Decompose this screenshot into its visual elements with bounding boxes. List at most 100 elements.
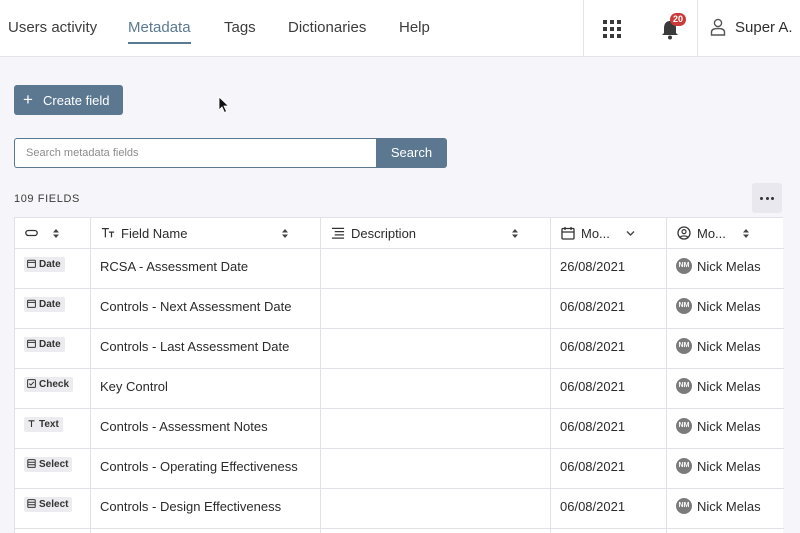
name-cell: Controls - Next Assessment Date: [91, 289, 321, 328]
table-row[interactable]: Text Controls - Assessment Notes 06/08/2…: [15, 409, 784, 449]
name-cell: Controls - Design Effectiveness: [91, 489, 321, 528]
modified-date: 06/08/2021: [560, 299, 626, 314]
column-label: Description: [351, 226, 417, 241]
field-name[interactable]: Controls - Design Effectiveness: [100, 499, 281, 514]
nav-tags[interactable]: Tags: [224, 18, 256, 44]
nav-dictionaries[interactable]: Dictionaries: [288, 18, 366, 44]
column-header-field-name[interactable]: Field Name: [91, 218, 321, 248]
calendar-icon: [27, 299, 36, 308]
table-header: Field Name Description Mo... Mo...: [15, 218, 784, 249]
notifications-button[interactable]: 20: [660, 13, 688, 42]
modified-date: 06/08/2021: [560, 499, 626, 514]
create-field-label: Create field: [43, 93, 110, 108]
description-cell: [321, 329, 551, 368]
table-row[interactable]: Check Key Control 06/08/2021 NM Nick Mela…: [15, 369, 784, 409]
table-row[interactable]: Date RCSA - Assessment Date 26/08/2021 N…: [15, 249, 784, 289]
table-row[interactable]: [15, 529, 784, 533]
type-label: Date: [39, 299, 61, 310]
modified-by-name: Nick Melas: [697, 259, 761, 274]
type-label: Date: [39, 339, 61, 350]
type-tag: Date: [24, 297, 65, 312]
type-tag: Select: [24, 457, 73, 472]
link-icon: [25, 229, 38, 237]
user-name: Super A.: [735, 19, 793, 36]
type-tag: Select: [24, 497, 73, 512]
nav-help[interactable]: Help: [399, 18, 430, 44]
field-name[interactable]: Key Control: [100, 379, 168, 394]
table-row[interactable]: Select Controls - Operating Effectivenes…: [15, 449, 784, 489]
search-input[interactable]: [14, 138, 377, 168]
type-cell: Check: [15, 369, 91, 408]
modified-cell: 06/08/2021: [551, 289, 667, 328]
modified-by-name: Nick Melas: [697, 499, 761, 514]
field-name[interactable]: RCSA - Assessment Date: [100, 259, 248, 274]
modified-cell: [551, 529, 667, 533]
table-row[interactable]: Select Controls - Design Effectiveness 0…: [15, 489, 784, 529]
modified-by-cell: NM Nick Melas: [667, 249, 784, 288]
modified-by-name: Nick Melas: [697, 379, 761, 394]
chevron-down-icon[interactable]: [626, 230, 635, 237]
modified-date: 06/08/2021: [560, 459, 626, 474]
text-format-icon: [101, 228, 115, 238]
name-cell: Controls - Operating Effectiveness: [91, 449, 321, 488]
type-cell: Date: [15, 289, 91, 328]
field-name[interactable]: Controls - Next Assessment Date: [100, 299, 291, 314]
column-header-type[interactable]: [15, 218, 91, 248]
field-name[interactable]: Controls - Assessment Notes: [100, 419, 268, 434]
sort-icon[interactable]: [742, 228, 750, 239]
type-cell: Text: [15, 409, 91, 448]
type-label: Check: [39, 379, 70, 390]
type-tag: Text: [24, 417, 63, 432]
type-tag: Date: [24, 337, 65, 352]
column-header-modified[interactable]: Mo...: [551, 218, 667, 248]
type-cell: Select: [15, 449, 91, 488]
align-left-icon: [331, 227, 345, 239]
description-cell: [321, 529, 551, 533]
search-button[interactable]: Search: [376, 138, 447, 168]
modified-cell: 06/08/2021: [551, 449, 667, 488]
nav-users-activity[interactable]: Users activity: [8, 18, 97, 44]
modified-by-name: Nick Melas: [697, 419, 761, 434]
column-label: Mo...: [581, 226, 610, 241]
column-header-description[interactable]: Description: [321, 218, 551, 248]
modified-date: 06/08/2021: [560, 379, 626, 394]
modified-by-cell: NM Nick Melas: [667, 369, 784, 408]
avatar: NM: [676, 418, 692, 434]
table-row[interactable]: Date Controls - Last Assessment Date 06/…: [15, 329, 784, 369]
nav-metadata[interactable]: Metadata: [128, 18, 191, 44]
user-icon: [710, 18, 726, 36]
list-icon: [27, 459, 36, 468]
modified-date: 06/08/2021: [560, 339, 626, 354]
calendar-icon: [561, 227, 575, 240]
field-name[interactable]: Controls - Operating Effectiveness: [100, 459, 298, 474]
name-cell: Controls - Assessment Notes: [91, 409, 321, 448]
sort-icon[interactable]: [511, 228, 519, 239]
more-options-button[interactable]: [752, 183, 782, 213]
avatar: NM: [676, 458, 692, 474]
nav-divider: [697, 0, 698, 57]
apps-grid-icon[interactable]: [602, 19, 622, 39]
description-cell: [321, 289, 551, 328]
modified-by-cell: NM Nick Melas: [667, 329, 784, 368]
modified-cell: 06/08/2021: [551, 369, 667, 408]
column-header-modified-by[interactable]: Mo...: [667, 218, 784, 248]
text-icon: [28, 420, 35, 427]
modified-date: 26/08/2021: [560, 259, 626, 274]
description-cell: [321, 489, 551, 528]
calendar-icon: [27, 259, 36, 268]
mouse-cursor-icon: [218, 96, 230, 114]
column-label: Mo...: [697, 226, 726, 241]
modified-cell: 06/08/2021: [551, 409, 667, 448]
sort-icon[interactable]: [281, 228, 289, 239]
table-row[interactable]: Date Controls - Next Assessment Date 06/…: [15, 289, 784, 329]
field-name[interactable]: Controls - Last Assessment Date: [100, 339, 289, 354]
type-cell: [15, 529, 91, 533]
modified-by-cell: NM Nick Melas: [667, 409, 784, 448]
sort-icon[interactable]: [52, 228, 60, 239]
avatar: NM: [676, 338, 692, 354]
metadata-fields-table: Field Name Description Mo... Mo... Date …: [14, 217, 784, 533]
avatar: NM: [676, 498, 692, 514]
modified-by-cell: NM Nick Melas: [667, 289, 784, 328]
plus-icon: +: [23, 90, 33, 109]
create-field-button[interactable]: + Create field: [14, 85, 123, 115]
